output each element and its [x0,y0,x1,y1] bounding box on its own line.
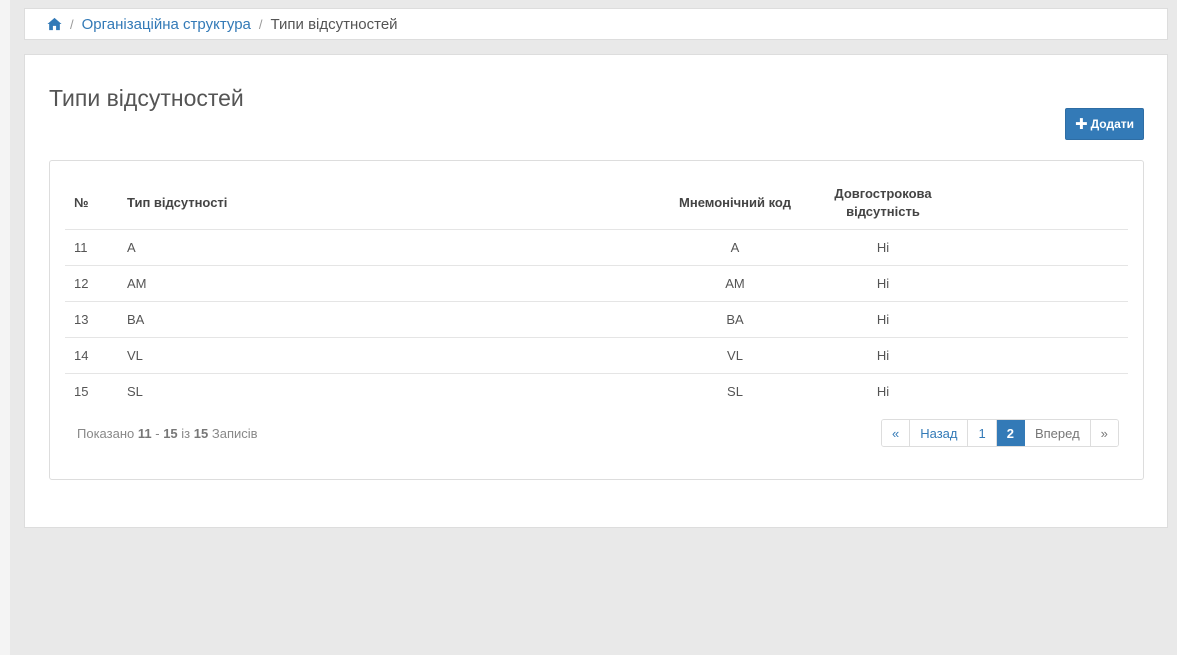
add-button-label: Додати [1090,117,1134,131]
column-header-type[interactable]: Тип відсутності [118,176,656,230]
info-total: 15 [193,426,209,441]
records-info: Показано 11 - 15 із 15 Записів [77,426,258,441]
cell-code: A [656,229,814,266]
cell-actions [952,374,1128,410]
cell-type: A [118,229,656,266]
cell-actions [952,337,1128,374]
breadcrumb-current: Типи відсутностей [270,15,398,33]
cell-type: VL [118,337,656,374]
pagination-page-2[interactable]: 2 [996,420,1025,446]
absence-types-table: № Тип відсутності Мнемонічний код Довгос… [65,176,1128,409]
cell-long-term: Ні [876,384,890,399]
column-header-long-term[interactable]: Довгострокова відсутність [814,176,952,230]
pagination-next[interactable]: Вперед [1024,420,1091,446]
info-dash: - [155,426,160,441]
column-header-number[interactable]: № [65,176,118,230]
main-panel: Типи відсутностей ✚ Додати № Тип відсутн… [24,54,1168,528]
pagination-page-1[interactable]: 1 [968,420,997,446]
breadcrumb-separator: / [258,16,263,32]
breadcrumb: / Організаційна структура / Типи відсутн… [24,8,1168,40]
home-icon[interactable] [47,17,62,31]
pagination-first[interactable]: « [882,420,911,446]
pagination: « Назад 1 2 Вперед » [881,419,1119,447]
info-to: 15 [163,426,178,441]
info-prefix: Показано [77,426,135,441]
table-row[interactable]: 15 SL SL Ні [65,374,1128,410]
cell-type: AM [118,265,656,302]
cell-number: 14 [65,337,118,374]
cell-number: 12 [65,265,118,302]
table-row[interactable]: 12 AM AM Ні [65,265,1128,302]
cell-code: VL [656,337,814,374]
cell-number: 11 [65,229,118,266]
cell-code: BA [656,301,814,338]
cell-code: AM [656,265,814,302]
cell-long-term: Ні [814,337,952,374]
cell-long-term: Ні [814,265,952,302]
page-title: Типи відсутностей [49,85,244,111]
breadcrumb-org-structure[interactable]: Організаційна структура [82,16,251,33]
column-header-code[interactable]: Мнемонічний код [656,176,814,230]
left-strip [0,0,10,655]
table-row[interactable]: 14 VL VL Ні [65,337,1128,374]
info-of: із [181,426,191,441]
pagination-prev[interactable]: Назад [910,420,969,446]
cell-long-term: Ні [814,229,952,266]
table-row[interactable]: 13 BA BA Ні [65,301,1128,338]
table-header-row: № Тип відсутності Мнемонічний код Довгос… [65,176,1128,230]
plus-icon: ✚ [1075,115,1088,133]
cell-actions [952,301,1128,338]
pagination-last[interactable]: » [1090,420,1118,446]
cell-number: 13 [65,301,118,338]
info-from: 11 [137,426,152,441]
cell-actions [952,229,1128,266]
table-card: № Тип відсутності Мнемонічний код Довгос… [49,160,1144,480]
cell-long-term: Ні [814,301,952,338]
cell-actions [952,265,1128,302]
column-header-actions [952,176,1128,230]
add-button[interactable]: ✚ Додати [1065,108,1144,140]
cell-type: BA [118,301,656,338]
table-row[interactable]: 11 A A Ні [65,229,1128,266]
cell-type: SL [127,384,143,399]
cell-number: 15 [74,384,89,399]
info-suffix: Записів [211,426,258,441]
cell-code: SL [727,384,743,399]
breadcrumb-separator: / [70,16,74,32]
